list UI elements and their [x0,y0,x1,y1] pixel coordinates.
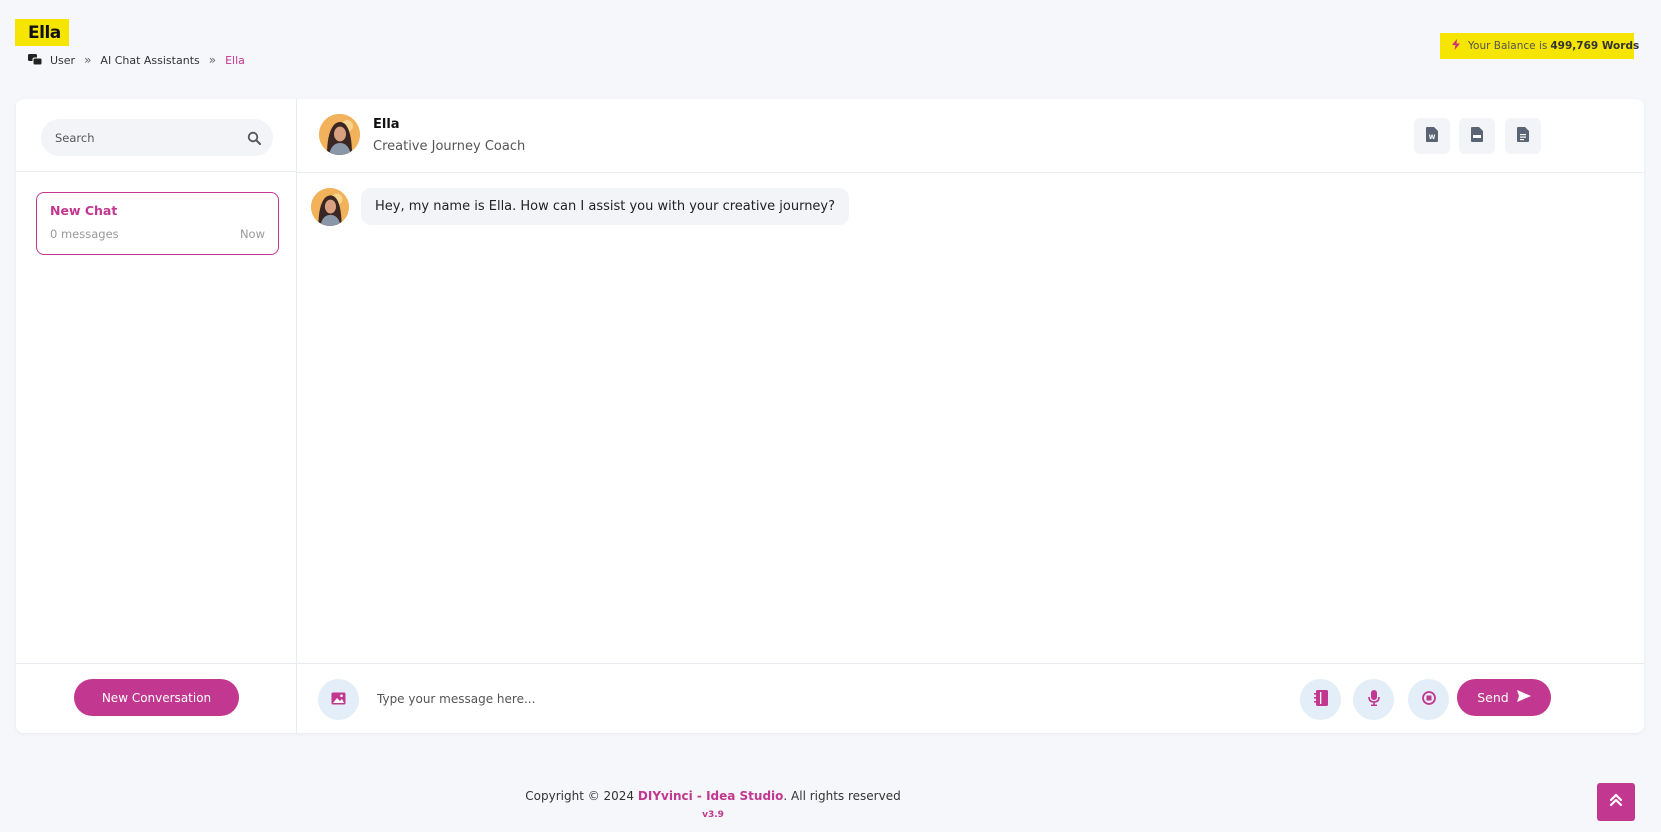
double-chevron-up-icon [1608,792,1624,812]
chat-list-item[interactable]: New Chat 0 messages Now [36,192,279,255]
search-box [41,119,273,156]
upload-image-button[interactable] [318,679,359,720]
chat-item-count: 0 messages [50,227,119,241]
breadcrumb-separator: » [208,53,217,67]
assistant-role: Creative Journey Coach [373,139,526,154]
text-doc-icon [1517,126,1529,146]
stop-button[interactable] [1408,679,1449,720]
chat-sidebar: New Chat 0 messages Now New Conversation [16,99,297,733]
version-label: v3.9 [702,810,724,820]
search-icon[interactable] [247,130,261,149]
message-list: Hey, my name is Ella. How can I assist y… [297,173,1644,663]
balance-badge: Your Balance is 499,769 Words [1440,33,1639,59]
sidebar-divider [16,171,297,172]
breadcrumb-separator: » [84,53,92,67]
microphone-icon [1367,689,1380,710]
sidebar-footer: New Conversation [16,663,297,733]
copyright-suffix: . All rights reserved [783,789,901,803]
lightning-icon [1452,39,1460,53]
export-pdf-button[interactable] [1459,118,1495,154]
breadcrumb-item-user[interactable]: User [50,54,75,67]
footer-brand-link[interactable]: DIYvinci - Idea Studio [638,789,784,803]
pdf-icon [1471,126,1483,146]
export-word-button[interactable]: W [1414,118,1450,154]
message-bubble: Hey, my name is Ella. How can I assist y… [361,188,850,225]
assistant-name: Ella [373,117,400,132]
new-conversation-button[interactable]: New Conversation [74,679,239,716]
word-doc-icon: W [1426,126,1438,146]
paper-plane-icon [1516,690,1531,705]
send-button[interactable]: Send [1457,679,1551,716]
export-text-button[interactable] [1505,118,1541,154]
message-input[interactable] [377,686,1177,712]
voice-input-button[interactable] [1353,679,1394,720]
chat-card: New Chat 0 messages Now New Conversation… [16,99,1644,733]
scroll-to-top-button[interactable] [1597,783,1635,821]
prompt-library-button[interactable] [1300,679,1341,720]
breadcrumb-item-ai-chat-assistants[interactable]: AI Chat Assistants [100,54,199,67]
message-composer: Send [297,663,1644,733]
balance-value: 499,769 Words [1550,40,1640,52]
chat-bubbles-icon [28,54,42,66]
chat-item-title: New Chat [50,203,118,218]
send-label: Send [1477,690,1509,705]
chat-header: Ella Creative Journey Coach W [297,99,1644,173]
breadcrumb-item-current: Ella [225,53,245,67]
message-avatar [311,188,349,226]
notebook-icon [1313,689,1328,710]
breadcrumb: User » AI Chat Assistants » Ella [28,53,245,67]
image-icon [331,690,346,709]
stop-icon [1421,690,1436,709]
copyright-prefix: Copyright © 2024 [525,789,635,803]
footer-copyright: Copyright © 2024 DIYvinci - Idea Studio.… [0,789,1426,803]
assistant-avatar [319,114,360,155]
chat-main: Ella Creative Journey Coach W Hey, my na… [297,99,1644,733]
balance-label: Your Balance is [1468,40,1548,52]
chat-item-time: Now [239,227,265,241]
svg-text:W: W [1429,134,1436,141]
search-input[interactable] [55,130,235,145]
page-title: Ella [15,19,69,46]
